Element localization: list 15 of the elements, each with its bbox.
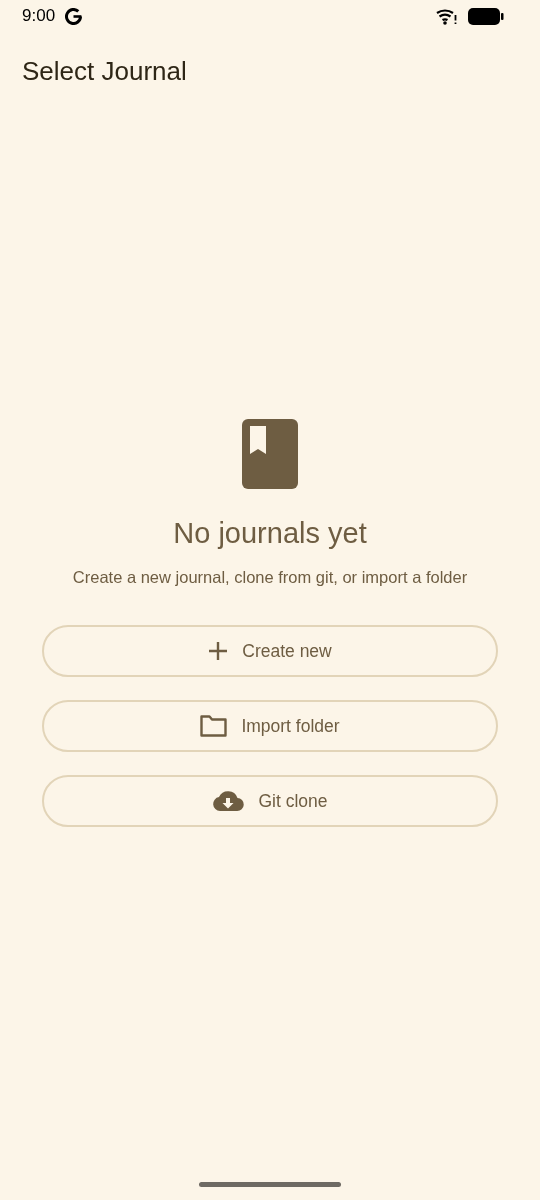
status-time: 9:00: [22, 6, 56, 26]
create-button[interactable]: Create new: [42, 625, 498, 677]
folder-icon: [200, 715, 228, 737]
plus-icon: [208, 641, 229, 661]
cloud-download-icon: [212, 790, 245, 812]
home-indicator[interactable]: [199, 1182, 341, 1187]
empty-message: Create a new journal, clone from git, or import a folder: [72, 568, 468, 587]
google-icon: [65, 7, 83, 25]
app-bar-title: Select Journal: [22, 56, 187, 87]
journal-bookmark-icon: [242, 419, 298, 489]
battery-icon: [468, 7, 504, 25]
clone-button[interactable]: Git clone: [42, 775, 498, 827]
wifi-icon: [436, 7, 458, 25]
import-button[interactable]: Import folder: [42, 700, 498, 752]
empty-heading: No journals yet: [173, 517, 367, 550]
